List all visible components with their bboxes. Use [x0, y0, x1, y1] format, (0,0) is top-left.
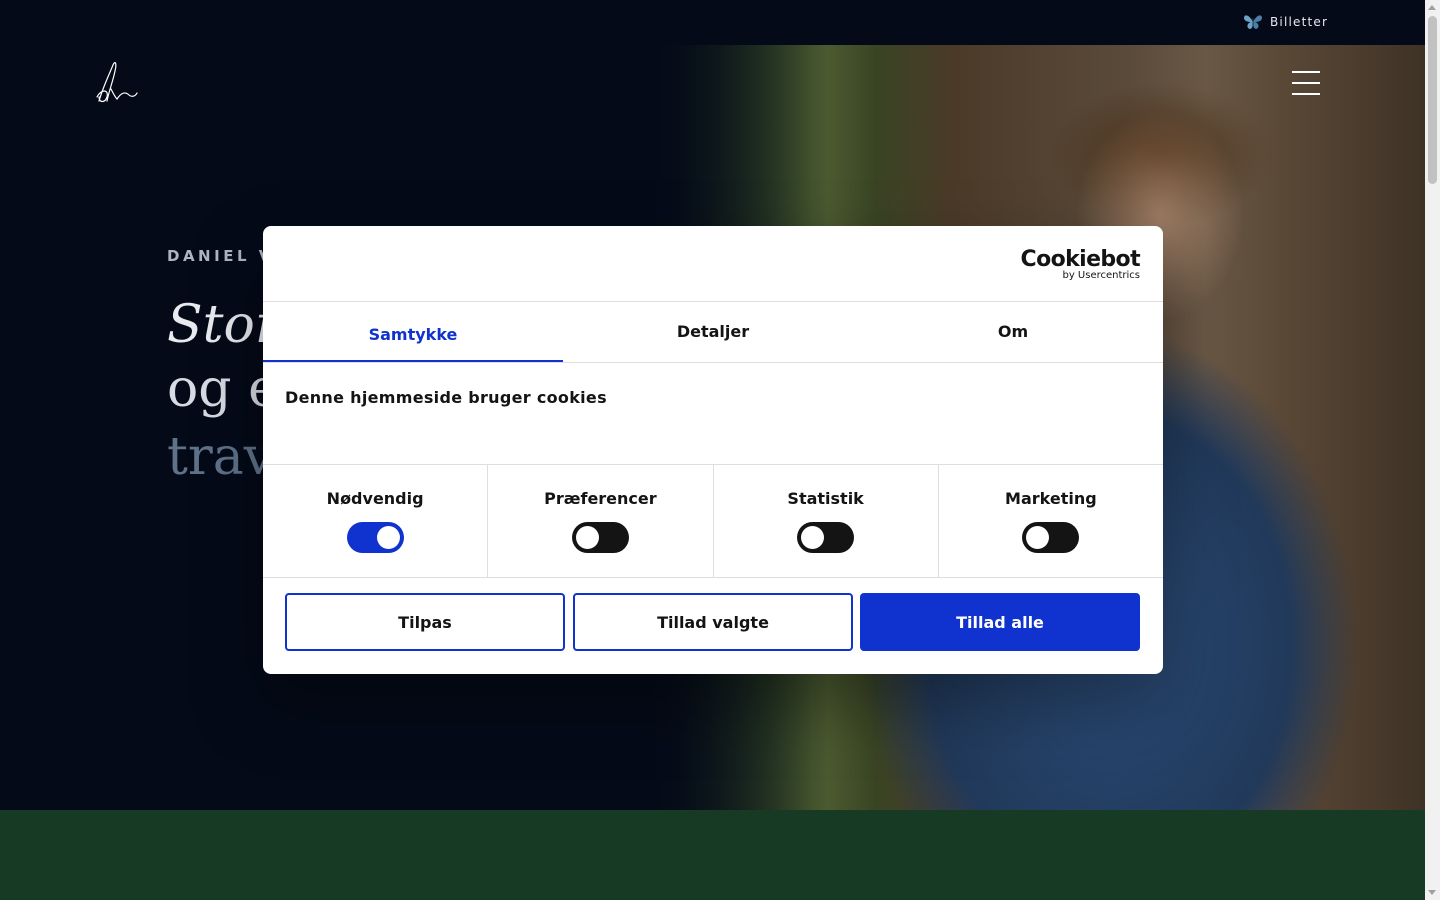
- divider: [263, 362, 1163, 363]
- cookiebot-logo: Cookiebot by Usercentrics: [1020, 247, 1141, 282]
- menu-line: [1292, 93, 1320, 95]
- menu-line: [1292, 82, 1320, 84]
- statistics-toggle[interactable]: [797, 522, 855, 553]
- tab-detaljer[interactable]: Detaljer: [563, 302, 863, 362]
- scroll-down-arrow-icon[interactable]: [1428, 890, 1436, 895]
- consent-buttons: Tilpas Tillad valgte Tillad alle: [285, 593, 1140, 651]
- consent-tabs: Samtykke Detaljer Om: [263, 302, 1163, 363]
- dialog-heading: Denne hjemmeside bruger cookies: [285, 388, 607, 407]
- top-bar: Billetter: [0, 0, 1425, 45]
- tickets-label: Billetter: [1270, 15, 1329, 29]
- page: Billetter DANIEL VI Stor og e trav Cooki…: [0, 0, 1440, 900]
- consent-categories: Nødvendig Præferencer Statistik Marketin…: [263, 465, 1163, 577]
- butterfly-icon: [1244, 15, 1262, 29]
- allow-all-button[interactable]: Tillad alle: [860, 593, 1140, 651]
- category-label: Præferencer: [544, 489, 657, 508]
- category-marketing: Marketing: [939, 465, 1163, 577]
- hamburger-menu-button[interactable]: [1292, 71, 1322, 99]
- category-label: Nødvendig: [326, 489, 424, 508]
- category-necessary: Nødvendig: [263, 465, 489, 577]
- category-preferences: Præferencer: [488, 465, 714, 577]
- scrollbar-thumb[interactable]: [1428, 16, 1437, 184]
- scroll-up-arrow-icon[interactable]: [1428, 5, 1436, 10]
- category-statistics: Statistik: [714, 465, 939, 577]
- page-scrollbar[interactable]: [1425, 0, 1440, 900]
- divider: [263, 577, 1163, 578]
- hero-heading-line-3: trav: [167, 427, 274, 487]
- signature-logo[interactable]: [95, 57, 139, 107]
- tickets-link[interactable]: Billetter: [1243, 12, 1328, 32]
- category-label: Statistik: [787, 489, 864, 508]
- marketing-toggle[interactable]: [1022, 522, 1080, 553]
- necessary-toggle[interactable]: [346, 522, 404, 553]
- preferences-toggle[interactable]: [571, 522, 629, 553]
- brand-name: Cookiebot: [1020, 247, 1141, 272]
- tab-samtykke[interactable]: Samtykke: [263, 302, 563, 363]
- green-section: [0, 810, 1425, 900]
- customize-button[interactable]: Tilpas: [285, 593, 565, 651]
- cookie-consent-dialog: Cookiebot by Usercentrics Samtykke Detal…: [263, 226, 1163, 674]
- menu-line: [1292, 71, 1320, 73]
- allow-selected-button[interactable]: Tillad valgte: [573, 593, 853, 651]
- tab-om[interactable]: Om: [863, 302, 1163, 362]
- category-label: Marketing: [1005, 489, 1097, 508]
